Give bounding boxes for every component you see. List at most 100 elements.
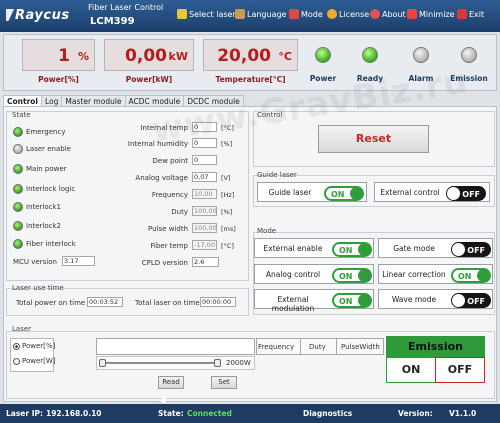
total-laser-on-time-field: 00:00:00 — [200, 297, 236, 307]
external-enable-switch-row: External enable ON — [254, 238, 374, 258]
set-button[interactable]: Set — [211, 376, 237, 389]
power-percent-unit: % — [77, 50, 89, 63]
license-menu[interactable]: License — [327, 9, 369, 19]
mcu-version-field: 3.17 — [62, 256, 95, 266]
toggle-knob-icon — [358, 243, 371, 256]
wave-mode-switch-row: Wave mode OFF — [378, 289, 493, 309]
power-kw-label: Power[kW] — [125, 75, 173, 84]
version-value: V1.1.0 — [449, 409, 477, 418]
temperature-unit: °C — [278, 50, 292, 63]
toggle-knob-icon — [477, 269, 490, 282]
toggle-knob-icon — [358, 269, 371, 282]
duty-field[interactable]: 100,00 — [192, 206, 217, 216]
exit-menu[interactable]: Exit — [457, 9, 484, 19]
analog-control-label: Analog control — [265, 270, 321, 279]
analog-control-toggle[interactable]: ON — [332, 268, 372, 283]
minimize-icon — [407, 9, 417, 19]
laser-use-time-title: Laser use time — [12, 284, 64, 292]
wave-mode-toggle-text: OFF — [467, 297, 485, 306]
laser-ip-label: Laser IP: — [6, 409, 43, 418]
guide-laser-label: Guide laser — [268, 188, 312, 197]
analog-voltage-field[interactable]: 0,07 — [192, 172, 217, 182]
read-button[interactable]: Read — [158, 376, 184, 389]
main-power-label: Main power — [26, 165, 67, 173]
linear-correction-label: Linear correction — [382, 270, 446, 279]
power-watt-radio[interactable] — [13, 358, 20, 365]
guide-laser-toggle[interactable]: ON — [324, 186, 364, 201]
gate-mode-switch-row: Gate mode OFF — [378, 238, 493, 258]
exit-icon — [457, 9, 467, 19]
about-icon — [370, 9, 380, 19]
power-kw-unit: kW — [168, 50, 188, 63]
logo-mark-icon — [6, 9, 14, 21]
guide-laser-toggle-text: ON — [331, 190, 345, 199]
select-laser-menu[interactable]: Select laser — [177, 9, 236, 19]
duty-label: Duty — [171, 208, 188, 216]
state-label: State: — [158, 409, 184, 418]
power-watt-radio-label: Power[W] — [22, 357, 56, 365]
fiber-interlock-label: Fiber interlock — [26, 240, 76, 248]
control-tab-panel: State Emergency Laser enable Main power … — [3, 106, 497, 402]
external-enable-toggle[interactable]: ON — [332, 242, 372, 257]
emergency-led — [13, 127, 23, 137]
mode-menu[interactable]: Mode — [289, 9, 323, 19]
slider-track — [102, 362, 218, 364]
license-icon — [327, 9, 337, 19]
external-control-switch-row: External control OFF — [374, 182, 490, 202]
laser-group-title: Laser — [12, 325, 32, 333]
cpld-version-field: 2.6 — [192, 257, 219, 267]
cpld-version-label: CPLD version — [141, 259, 188, 267]
about-menu[interactable]: About — [370, 9, 406, 19]
column-divider — [300, 338, 301, 355]
toggle-knob-icon — [452, 243, 465, 256]
power-percent-radio[interactable] — [13, 343, 20, 350]
linear-correction-toggle[interactable]: ON — [451, 268, 491, 283]
pulse-width-unit: [ms] — [221, 225, 236, 233]
power-input[interactable] — [96, 338, 255, 355]
fiber-temp-field[interactable]: -17,00 — [192, 240, 217, 250]
duty-column-header: Duty — [309, 343, 326, 351]
dew-point-label: Dew point — [152, 157, 189, 165]
language-icon — [235, 9, 245, 19]
temperature-label: Temperature[°C] — [215, 75, 286, 84]
mcu-version-label: MCU version — [13, 258, 57, 266]
power-led — [315, 47, 331, 63]
reset-button[interactable]: Reset — [318, 125, 429, 153]
external-modulation-toggle-text: ON — [339, 297, 353, 306]
state-group-title: State — [12, 111, 31, 119]
gate-mode-toggle[interactable]: OFF — [451, 242, 491, 257]
linear-correction-toggle-text: ON — [458, 272, 472, 281]
language-menu[interactable]: Language — [235, 9, 286, 19]
title-bar: Raycus Fiber Laser Control LCM399 Select… — [0, 0, 500, 32]
state-value: Connected — [187, 409, 232, 418]
frequency-field[interactable]: 10,00 — [192, 189, 217, 199]
interlock-logic-label: Interlock logic — [26, 185, 76, 193]
pulsewidth-column-header: PulseWidth — [341, 343, 380, 351]
total-laser-on-time-label: Total laser on time — [135, 299, 200, 307]
external-modulation-switch-row: External modulation ON — [254, 289, 374, 313]
toggle-knob-icon — [452, 294, 465, 307]
interlock2-label: Interlock2 — [26, 222, 62, 230]
external-enable-label: External enable — [263, 244, 323, 253]
slider-end-handle[interactable] — [214, 359, 221, 367]
external-modulation-toggle[interactable]: ON — [332, 293, 372, 308]
temperature-value: 20,00 — [217, 46, 271, 66]
diagnostics-button[interactable]: Diagnostics — [303, 409, 352, 418]
wave-mode-toggle[interactable]: OFF — [451, 293, 491, 308]
guide-laser-group-title: Guide laser — [257, 171, 297, 179]
slider-handle[interactable] — [99, 359, 106, 367]
power-kw-readout: 0,00 kW — [104, 39, 194, 71]
minimize-menu[interactable]: Minimize — [407, 9, 455, 19]
external-control-toggle-text: OFF — [462, 190, 480, 199]
total-power-on-time-label: Total power on time — [16, 299, 86, 307]
toggle-knob-icon — [358, 294, 371, 307]
pulse-width-field[interactable]: 100,00 — [192, 223, 217, 233]
status-bar: Laser IP: 192.168.0.10 State: Connected … — [0, 404, 500, 423]
emission-off-button[interactable]: OFF — [435, 357, 485, 383]
external-control-toggle[interactable]: OFF — [446, 186, 486, 201]
analog-voltage-label: Analog voltage — [135, 174, 188, 182]
emission-on-button[interactable]: ON — [386, 357, 436, 383]
toggle-knob-icon — [350, 187, 363, 200]
laser-enable-led — [13, 144, 23, 154]
dew-point-field[interactable]: 0 — [192, 155, 217, 165]
